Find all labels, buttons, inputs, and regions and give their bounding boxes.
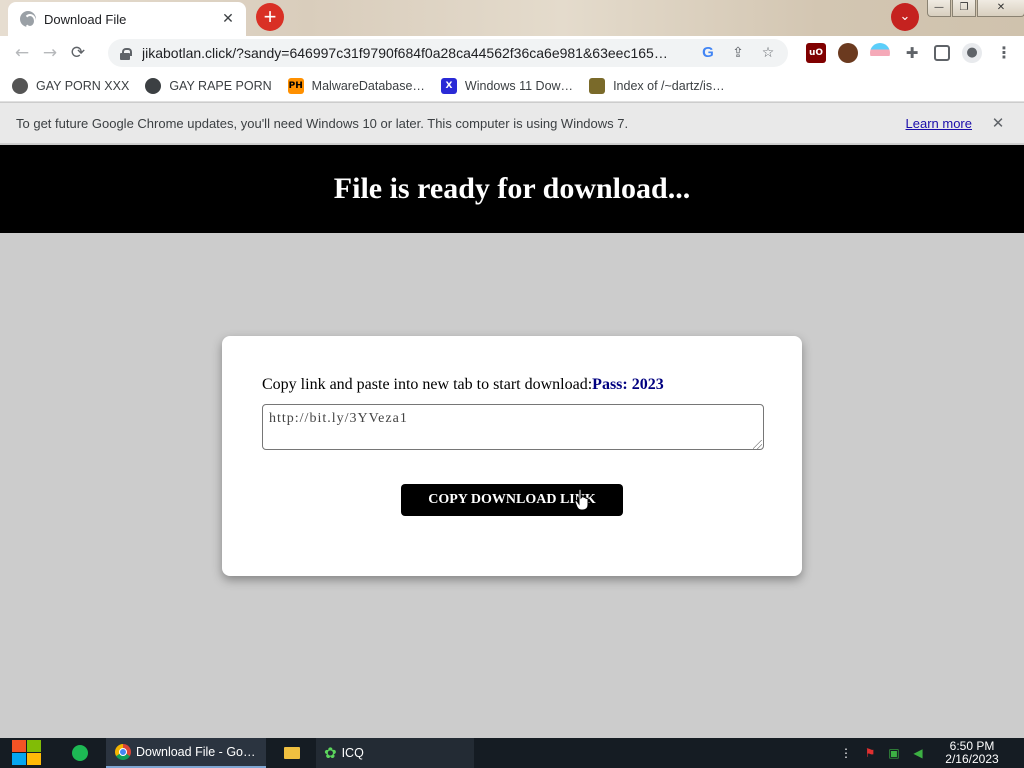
profile-icon[interactable]: ● [962,43,982,63]
tab-close-icon[interactable]: ✕ [220,11,236,27]
bookmark-item[interactable]: PH MalwareDatabase… [287,77,425,94]
ph-icon: PH [287,77,304,94]
browser-toolbar: ← → ⟳ jikabotlan.click/?sandy=646997c31f… [0,36,1024,70]
start-button[interactable] [10,739,44,767]
reload-button[interactable]: ⟳ [64,39,92,67]
clock-date: 2/16/2023 [945,752,999,766]
windows-logo-green [27,740,41,752]
address-bar[interactable]: jikabotlan.click/?sandy=646997c31f9790f6… [108,39,788,67]
spotify-icon [72,745,88,761]
lock-icon[interactable] [120,47,132,60]
bookmark-item[interactable]: GAY RAPE PORN [145,77,272,94]
infobar-message: To get future Google Chrome updates, you… [16,115,629,131]
tab-title: Download File [44,11,127,27]
hand-cursor-icon [575,489,589,511]
tab-search-button[interactable]: ⌄ [891,3,919,31]
taskbar-chrome-label: Download File - Go… [136,745,256,759]
back-button[interactable]: ← [8,39,36,67]
bookmarks-bar: GAY PORN XXX GAY RAPE PORN PH MalwareDat… [0,70,1024,102]
icq-flower-icon: ✿ [324,744,337,762]
restore-button[interactable]: ❐ [952,0,976,17]
copy-download-link-button[interactable]: COPY DOWNLOAD LINK [401,484,623,516]
bookmark-label: Index of /~dartz/is… [613,78,725,93]
browser-tab-active[interactable]: Download File ✕ [8,2,246,36]
instruction-label: Copy link and paste into new tab to star… [262,376,593,393]
taskbar-icq[interactable]: ✿ ICQ [316,738,474,768]
volume-icon[interactable]: ◀ [908,744,928,762]
close-icon[interactable]: ✕ [990,115,1006,131]
new-tab-button[interactable]: + [256,3,284,31]
globe-icon [145,77,162,94]
resize-grip-icon[interactable] [753,440,762,449]
download-card: Copy link and paste into new tab to star… [222,336,802,576]
taskbar-icq-label: ICQ [341,746,364,760]
taskbar: Download File - Go… ✿ ICQ ⋮ ⚑ ▣ ◀ 6:50 P… [0,738,1024,768]
page-title: File is ready for download... [333,172,691,205]
bookmark-item[interactable]: GAY PORN XXX [12,77,130,94]
taskbar-chrome[interactable]: Download File - Go… [106,738,266,768]
share-icon[interactable]: ⇪ [729,44,747,62]
globe-icon [20,11,36,28]
extensions-area: uO ✚ ● ⋮ [800,43,1020,63]
extension-flag-icon[interactable] [870,43,890,63]
bookmark-label: Windows 11 Dow… [464,78,574,93]
bookmark-item[interactable]: X Windows 11 Dow… [440,77,574,94]
wolf-icon [12,77,28,94]
page-header: File is ready for download... [0,145,1024,233]
action-center-flag-icon[interactable]: ⚑ [860,744,880,762]
window-controls: — ❐ ✕ [927,0,1024,17]
tab-strip: Download File ✕ + ⌄ — ❐ ✕ [0,0,1024,36]
instruction-text: Copy link and paste into new tab to star… [262,376,664,394]
x-icon: X [440,77,457,94]
bookmark-label: GAY PORN XXX [36,78,130,93]
extension-avatar-icon[interactable] [838,43,858,63]
extensions-puzzle-icon[interactable]: ✚ [902,43,922,63]
network-icon[interactable]: ▣ [884,744,904,762]
chrome-menu-icon[interactable]: ⋮ [994,43,1014,63]
password-label: Pass: 2023 [592,376,664,393]
tree-icon [589,77,606,94]
windows-logo-yellow [27,753,41,765]
system-tray: ⋮ ⚑ ▣ ◀ [836,738,932,768]
update-infobar: To get future Google Chrome updates, you… [0,103,1024,144]
url-text[interactable]: jikabotlan.click/?sandy=646997c31f9790f6… [142,45,687,61]
forward-button[interactable]: → [36,39,64,67]
download-link-field[interactable]: http://bit.ly/3YVeza1 [262,404,764,450]
bookmark-label: GAY RAPE PORN [169,78,272,93]
windows-logo-blue [12,753,26,765]
learn-more-link[interactable]: Learn more [906,116,972,131]
overflow-icon[interactable]: ⋮ [836,744,856,762]
taskbar-file-explorer[interactable] [272,738,312,768]
chrome-icon [115,744,131,760]
system-clock[interactable]: 6:50 PM 2/16/2023 [932,740,1012,766]
bookmark-star-icon[interactable]: ☆ [759,44,777,62]
side-panel-icon[interactable] [934,45,950,61]
bookmark-label: MalwareDatabase… [311,78,425,93]
taskbar-spotify[interactable] [72,738,92,768]
ublock-icon[interactable]: uO [806,43,826,63]
bookmark-item[interactable]: Index of /~dartz/is… [589,77,725,94]
windows-logo-red [12,740,26,752]
window-close-button[interactable]: ✕ [977,0,1024,17]
folder-icon [284,747,300,759]
google-lens-icon[interactable]: G [699,44,717,62]
minimize-button[interactable]: — [927,0,951,17]
